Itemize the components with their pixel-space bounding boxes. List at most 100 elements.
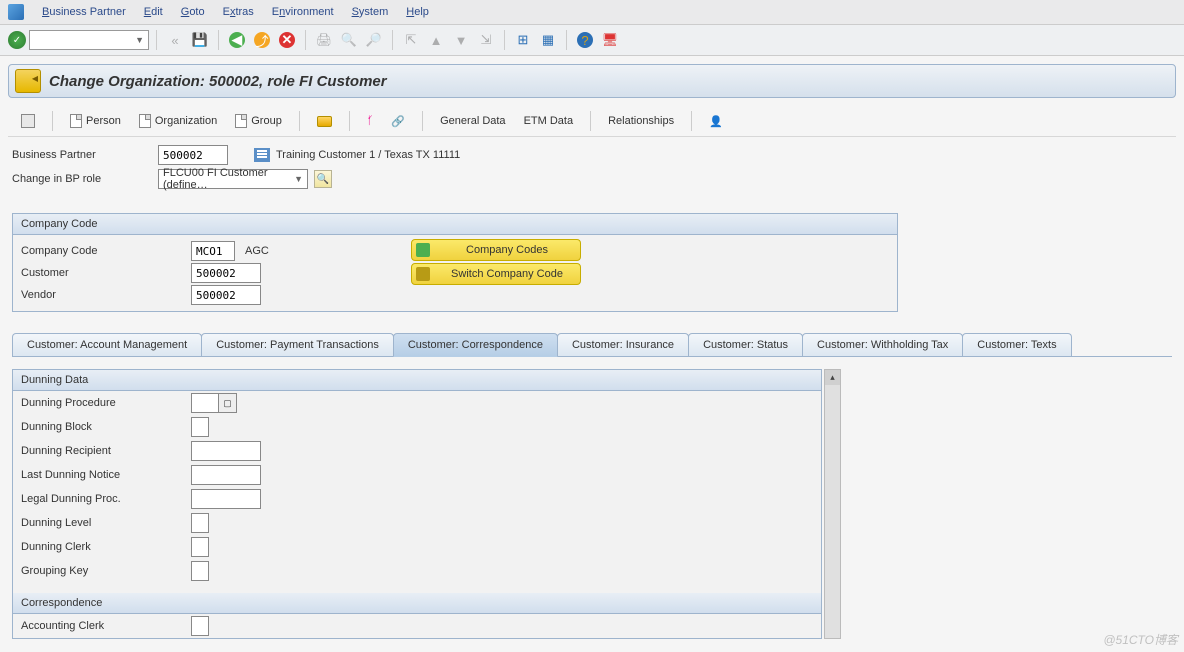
tab-texts[interactable]: Customer: Texts [962,333,1071,356]
accounting-clerk-row: Accounting Clerk [13,614,821,638]
tab-withholding-tax[interactable]: Customer: Withholding Tax [802,333,963,356]
bp-role-combo[interactable]: FLCU00 FI Customer (define… ▼ [158,169,308,189]
exit-button[interactable]: ⤴ [251,29,273,51]
dunning-procedure-input[interactable] [191,393,219,413]
scroll-up-button[interactable]: ▴ [825,370,840,385]
last-dunning-notice-input[interactable] [191,465,261,485]
first-page-button[interactable]: ⇱ [400,29,422,51]
new-session-button[interactable]: ⊞ [512,29,534,51]
dunning-block-row: Dunning Block [13,415,821,439]
group-button[interactable]: Group [228,110,289,132]
locator-button[interactable] [14,110,42,132]
company-codes-button-label: Company Codes [466,244,548,256]
accounting-clerk-input[interactable] [191,616,209,636]
company-codes-button[interactable]: Company Codes [411,239,581,261]
back-button[interactable]: ◀ [226,29,248,51]
company-code-input[interactable] [191,241,235,261]
organization-button[interactable]: Organization [132,110,224,132]
tabs: Customer: Account Management Customer: P… [12,332,1172,357]
check-icon [416,243,430,257]
save-button[interactable]: 💾 [189,29,211,51]
cancel-button[interactable]: ✕ [276,29,298,51]
person-button[interactable]: Person [63,110,128,132]
bp-role-value: FLCU00 FI Customer (define… [163,167,294,191]
okcode-field[interactable]: ▼ [29,30,149,50]
dunning-section-header: Dunning Data [13,370,821,391]
customize-layout-button[interactable]: 🖥 [599,29,621,51]
menu-system[interactable]: System [352,6,389,18]
find-button[interactable]: 🔍 [338,29,360,51]
open-bp-button[interactable] [310,112,339,131]
vertical-scrollbar[interactable]: ▴ [824,369,841,639]
overview-button[interactable]: 👤 [702,111,730,132]
toggle-display-button[interactable]: ᚶ [360,111,381,131]
dunning-recipient-row: Dunning Recipient [13,439,821,463]
bp-role-row: Change in BP role FLCU00 FI Customer (de… [12,169,1172,189]
menu-extras[interactable]: Extras [223,6,254,18]
general-data-button[interactable]: General Data [433,111,512,131]
title-bar-icon[interactable] [15,69,41,93]
help-button[interactable]: ? [574,29,596,51]
enter-button[interactable]: ✓ [8,31,26,49]
find-next-button[interactable]: 🔎 [363,29,385,51]
bp-role-detail-button[interactable]: 🔍 [314,170,332,188]
next-page-button[interactable]: ▼ [450,29,472,51]
tab-insurance[interactable]: Customer: Insurance [557,333,689,356]
customer-input[interactable] [191,263,261,283]
dunning-procedure-label: Dunning Procedure [21,397,191,409]
print-button[interactable]: 🖨 [313,29,335,51]
application-toolbar: Person Organization Group ᚶ 🔗 General Da… [8,106,1176,137]
dunning-clerk-input[interactable] [191,537,209,557]
accounting-clerk-label: Accounting Clerk [21,620,191,632]
layout-button[interactable]: ▦ [537,29,559,51]
grouping-key-input[interactable] [191,561,209,581]
toolbar-separator [305,30,306,50]
relationships-button[interactable]: Relationships [601,111,681,131]
bp-number-row: Business Partner Training Customer 1 / T… [12,145,1172,165]
dunning-clerk-label: Dunning Clerk [21,541,191,553]
tab-account-management[interactable]: Customer: Account Management [12,333,202,356]
company-code-panel: Company Code Company Code AGC Customer V… [12,213,898,312]
bp-role-label: Change in BP role [12,173,152,185]
switch-company-code-button[interactable]: Switch Company Code [411,263,581,285]
check-button[interactable]: 🔗 [384,111,412,132]
separator [590,111,591,131]
dunning-procedure-f4-button[interactable]: ▢ [219,393,237,413]
customer-label: Customer [21,267,191,279]
last-page-button[interactable]: ⇲ [475,29,497,51]
grouping-key-label: Grouping Key [21,565,191,577]
customer-row: Customer [21,263,411,283]
dunning-level-input[interactable] [191,513,209,533]
menu-help[interactable]: Help [406,6,429,18]
bp-number-label: Business Partner [12,149,152,161]
prev-page-button[interactable]: ▲ [425,29,447,51]
menu-goto[interactable]: Goto [181,6,205,18]
legal-dunning-proc-input[interactable] [191,489,261,509]
switch-company-code-button-label: Switch Company Code [451,268,563,280]
document-icon [139,114,151,128]
title-bar: Change Organization: 500002, role FI Cus… [8,64,1176,98]
dunning-block-input[interactable] [191,417,209,437]
toolbar-separator [156,30,157,50]
tab-status[interactable]: Customer: Status [688,333,803,356]
building-icon [254,148,270,162]
tab-payment-transactions[interactable]: Customer: Payment Transactions [201,333,394,356]
vendor-input[interactable] [191,285,261,305]
company-code-row: Company Code AGC [21,241,411,261]
standard-toolbar: ✓ ▼ « 💾 ◀ ⤴ ✕ 🖨 🔍 🔎 ⇱ ▲ ▼ ⇲ ⊞ ▦ ? 🖥 [0,25,1184,56]
dunning-procedure-row: Dunning Procedure ▢ [13,391,821,415]
dunning-level-row: Dunning Level [13,511,821,535]
company-code-panel-header: Company Code [13,214,897,235]
detail-content: Dunning Data Dunning Procedure ▢ Dunning… [12,369,822,639]
menu-environment[interactable]: Environment [272,6,334,18]
bp-number-input[interactable] [158,145,228,165]
menu-edit[interactable]: Edit [144,6,163,18]
dunning-recipient-input[interactable] [191,441,261,461]
bp-description-text: Training Customer 1 / Texas TX 11111 [276,149,460,161]
history-back-button[interactable]: « [164,29,186,51]
dunning-level-label: Dunning Level [21,517,191,529]
menu-business-partner[interactable]: Business Partner [42,6,126,18]
separator [691,111,692,131]
etm-data-button[interactable]: ETM Data [517,111,581,131]
tab-correspondence[interactable]: Customer: Correspondence [393,333,558,357]
